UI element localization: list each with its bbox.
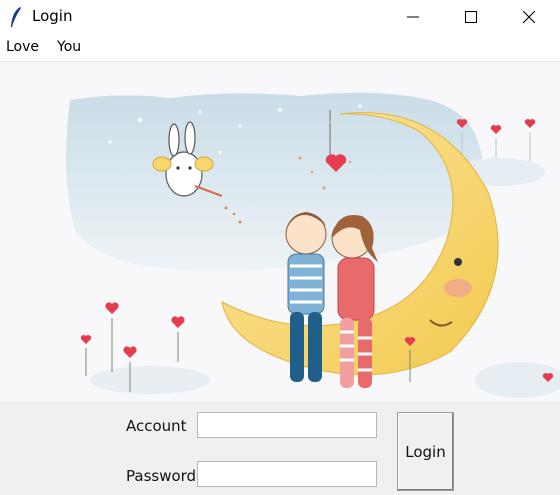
menu-love[interactable]: Love [6, 39, 39, 55]
menu-bar: Love You [0, 34, 560, 62]
login-form: Account Password Login [0, 401, 560, 495]
title-bar[interactable]: Login [0, 0, 560, 34]
account-input[interactable] [197, 412, 377, 438]
account-label: Account [126, 417, 187, 435]
window-title: Login [32, 7, 73, 25]
menu-you[interactable]: You [57, 39, 81, 55]
password-input[interactable] [197, 461, 377, 487]
close-icon [523, 11, 535, 23]
maximize-button[interactable] [442, 0, 500, 34]
illustration-canvas [0, 62, 560, 401]
minimize-icon [407, 16, 419, 18]
minimize-button[interactable] [384, 0, 442, 34]
maximize-icon [465, 11, 477, 23]
login-button[interactable]: Login [397, 412, 454, 491]
couple-on-moon-illustration [66, 92, 560, 398]
feather-icon [10, 7, 21, 28]
password-label: Password [126, 467, 197, 485]
close-button[interactable] [500, 0, 558, 34]
